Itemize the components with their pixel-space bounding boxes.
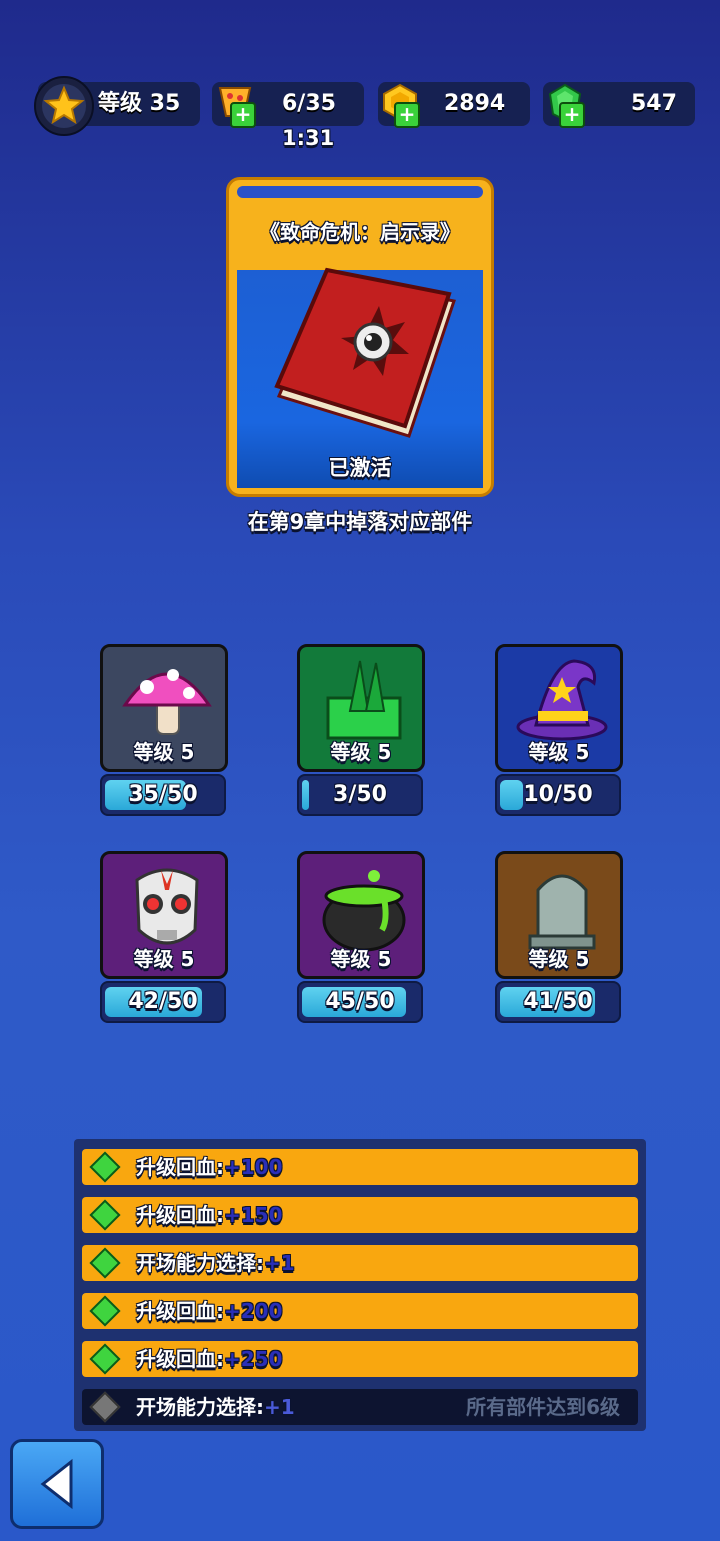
part-progress-text: 10/50 [523, 782, 593, 807]
reward-value: +1 [264, 1395, 295, 1419]
coins-count: 2894 [444, 91, 506, 116]
locked-gem-icon [89, 1391, 121, 1423]
red-book-icon [269, 266, 459, 450]
part-wizard-hat[interactable]: 等级 5 10/50 [495, 644, 623, 820]
reward-value: +200 [224, 1299, 283, 1323]
book-title: 《致命危机：启示录》 [260, 220, 460, 244]
reward-requirement: 所有部件达到6级 [466, 1395, 620, 1419]
book-status: 已激活 [328, 456, 392, 480]
reward-label: 开场能力选择:+1 [136, 1245, 295, 1281]
reward-row: 升级回血:+200 [82, 1293, 638, 1329]
part-level: 等级 5 [330, 740, 392, 764]
reward-label: 升级回血:+150 [136, 1197, 283, 1233]
reward-label: 升级回血:+250 [136, 1341, 283, 1377]
reward-name: 升级回血: [136, 1299, 224, 1323]
reward-name: 开场能力选择: [136, 1251, 264, 1275]
tickets-count: 6/35 [282, 91, 336, 116]
reward-name: 升级回血: [136, 1203, 224, 1227]
part-cauldron[interactable]: 等级 5 45/50 [297, 851, 425, 1027]
reward-name: 开场能力选择: [136, 1395, 264, 1419]
part-tile[interactable]: 等级 5 [495, 644, 623, 772]
add-tickets-button[interactable]: + [230, 102, 256, 128]
tickets-pill[interactable]: + 6/35 [212, 82, 364, 128]
card-top-strip [237, 186, 483, 198]
reward-value: +100 [224, 1155, 283, 1179]
level-pill: 等级 35 [34, 76, 200, 136]
part-hockey-mask[interactable]: 等级 5 42/50 [100, 851, 228, 1027]
part-level: 等级 5 [528, 947, 590, 971]
reward-row: 升级回血:+150 [82, 1197, 638, 1233]
rewards-panel: 升级回血:+100 升级回血:+150 开场能力选择:+1 升级回血:+200 升级回血… [74, 1139, 646, 1431]
wizard-hat-icon [512, 653, 612, 747]
part-tile[interactable]: 等级 5 [297, 644, 425, 772]
part-tile[interactable]: 等级 5 [297, 851, 425, 979]
part-progress-bar: 35/50 [100, 774, 226, 816]
part-tile[interactable]: 等级 5 [100, 644, 228, 772]
reward-row: 升级回血:+250 [82, 1341, 638, 1377]
mushroom-icon [117, 653, 217, 747]
add-gems-button[interactable]: + [559, 102, 585, 128]
reward-row: 升级回血:+100 [82, 1149, 638, 1185]
reward-label: 开场能力选择:+1 [136, 1389, 295, 1425]
gem-icon [89, 1343, 121, 1375]
spikes-icon [314, 653, 414, 747]
gem-icon [89, 1199, 121, 1231]
reward-name: 升级回血: [136, 1347, 224, 1371]
part-tile[interactable]: 等级 5 [495, 851, 623, 979]
part-level: 等级 5 [133, 947, 195, 971]
coins-pill[interactable]: + 2894 [378, 82, 530, 128]
gems-count: 547 [631, 91, 677, 116]
reward-value: +1 [264, 1251, 295, 1275]
part-tile[interactable]: 等级 5 [100, 851, 228, 979]
part-progress-bar: 41/50 [495, 981, 621, 1023]
reward-label: 升级回血:+200 [136, 1293, 283, 1329]
gem-icon [89, 1247, 121, 1279]
part-progress-bar: 45/50 [297, 981, 423, 1023]
part-progress-bar: 3/50 [297, 774, 423, 816]
ticket-timer: 1:31 [282, 126, 335, 150]
part-progress-bar: 10/50 [495, 774, 621, 816]
back-button[interactable] [10, 1439, 104, 1529]
part-progress-text: 35/50 [128, 782, 198, 807]
part-progress-text: 42/50 [128, 989, 198, 1014]
part-progress-text: 3/50 [333, 782, 387, 807]
reward-row: 开场能力选择:+1 所有部件达到6级 [82, 1389, 638, 1425]
part-level: 等级 5 [528, 740, 590, 764]
back-arrow-icon [40, 1458, 73, 1510]
part-progress-text: 45/50 [325, 989, 395, 1014]
reward-value: +250 [224, 1347, 283, 1371]
book-card[interactable]: 《致命危机：启示录》 已激活 [226, 177, 494, 497]
part-progress-text: 41/50 [523, 989, 593, 1014]
part-tombstone[interactable]: 等级 5 41/50 [495, 851, 623, 1027]
gem-icon [89, 1151, 121, 1183]
gems-pill[interactable]: + 547 [543, 82, 695, 128]
part-level: 等级 5 [330, 947, 392, 971]
reward-value: +150 [224, 1203, 283, 1227]
add-coins-button[interactable]: + [394, 102, 420, 128]
player-level: 等级 35 [98, 91, 181, 116]
star-icon [34, 76, 94, 136]
part-spikes[interactable]: 等级 5 3/50 [297, 644, 425, 820]
reward-row: 开场能力选择:+1 [82, 1245, 638, 1281]
gem-icon [89, 1295, 121, 1327]
part-progress-bar: 42/50 [100, 981, 226, 1023]
reward-name: 升级回血: [136, 1155, 224, 1179]
part-level: 等级 5 [133, 740, 195, 764]
reward-label: 升级回血:+100 [136, 1149, 283, 1185]
part-mushroom[interactable]: 等级 5 35/50 [100, 644, 228, 820]
drop-hint: 在第9章中掉落对应部件 [247, 510, 473, 534]
